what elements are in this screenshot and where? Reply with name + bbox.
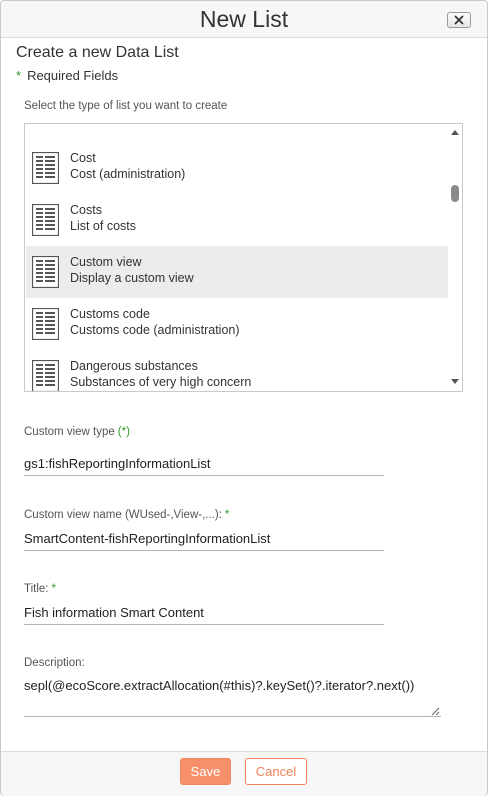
- required-mark: (*): [117, 426, 130, 438]
- list-item-partial[interactable]: [26, 124, 448, 129]
- description-label: Description:: [24, 657, 85, 669]
- document-list-icon: [32, 360, 59, 391]
- document-list-icon: [32, 256, 59, 288]
- close-icon: [454, 15, 464, 25]
- save-button[interactable]: Save: [180, 758, 231, 785]
- document-list-icon: [32, 152, 59, 184]
- custom-view-type-label-text: Custom view type: [24, 426, 115, 438]
- list-type-label: Select the type of list you want to crea…: [24, 100, 228, 112]
- custom-view-type-input[interactable]: [24, 452, 384, 476]
- custom-view-name-input[interactable]: [24, 527, 384, 551]
- list-item-selected[interactable]: Custom view Display a custom view: [26, 246, 448, 298]
- list-item-name: Costs: [70, 203, 102, 217]
- custom-view-type-label: Custom view type (*): [24, 426, 130, 438]
- list-item-name: Custom view: [70, 255, 142, 269]
- cancel-button[interactable]: Cancel: [245, 758, 307, 785]
- close-button[interactable]: [447, 12, 471, 28]
- list-item-name: Customs code: [70, 307, 150, 321]
- dialog-title: New List: [199, 6, 289, 32]
- list-item[interactable]: Dangerous substances Substances of very …: [26, 350, 448, 391]
- required-star: *: [16, 68, 22, 83]
- title-input[interactable]: [24, 601, 384, 625]
- list-item-name: Cost: [70, 151, 96, 165]
- title-label-text: Title:: [24, 583, 49, 595]
- list-item[interactable]: Cost Cost (administration): [26, 142, 448, 194]
- list-item[interactable]: Costs List of costs: [26, 194, 448, 246]
- list-item-description: Customs code (administration): [70, 323, 240, 337]
- description-textarea[interactable]: sepl(@ecoScore.extractAllocation(#this)?…: [24, 672, 441, 717]
- list-item-description: Cost (administration): [70, 167, 186, 181]
- new-list-dialog: New List Create a new Data List * Require…: [0, 0, 488, 796]
- scroll-down-arrow-icon[interactable]: [450, 378, 460, 386]
- scroll-up-arrow-icon[interactable]: [450, 128, 460, 136]
- form-heading: Create a new Data List: [16, 44, 179, 61]
- required-fields-note: * Required Fields: [16, 68, 118, 83]
- resize-grip-icon[interactable]: [431, 707, 440, 716]
- custom-view-name-label: Custom view name (WUsed-,View-,...): *: [24, 509, 229, 521]
- list-item-description: List of costs: [70, 219, 136, 233]
- list-item[interactable]: Customs code Customs code (administratio…: [26, 298, 448, 350]
- document-list-icon: [32, 308, 59, 340]
- dialog-footer: Save Cancel: [1, 751, 487, 796]
- dialog-titlebar: New List: [1, 1, 487, 38]
- list-type-listbox[interactable]: Cost Cost (administration) Costs List of…: [24, 123, 463, 392]
- list-item-description: Substances of very high concern: [70, 375, 252, 389]
- custom-view-name-label-text: Custom view name (WUsed-,View-,...):: [24, 509, 222, 521]
- list-item-name: Dangerous substances: [70, 359, 198, 373]
- required-mark: *: [224, 509, 230, 521]
- required-note-text: Required Fields: [27, 68, 119, 83]
- document-list-icon: [32, 204, 59, 236]
- list-item-description: Display a custom view: [70, 271, 194, 285]
- title-label: Title: *: [24, 583, 56, 595]
- scrollbar-thumb[interactable]: [451, 185, 459, 202]
- required-mark: *: [51, 583, 56, 595]
